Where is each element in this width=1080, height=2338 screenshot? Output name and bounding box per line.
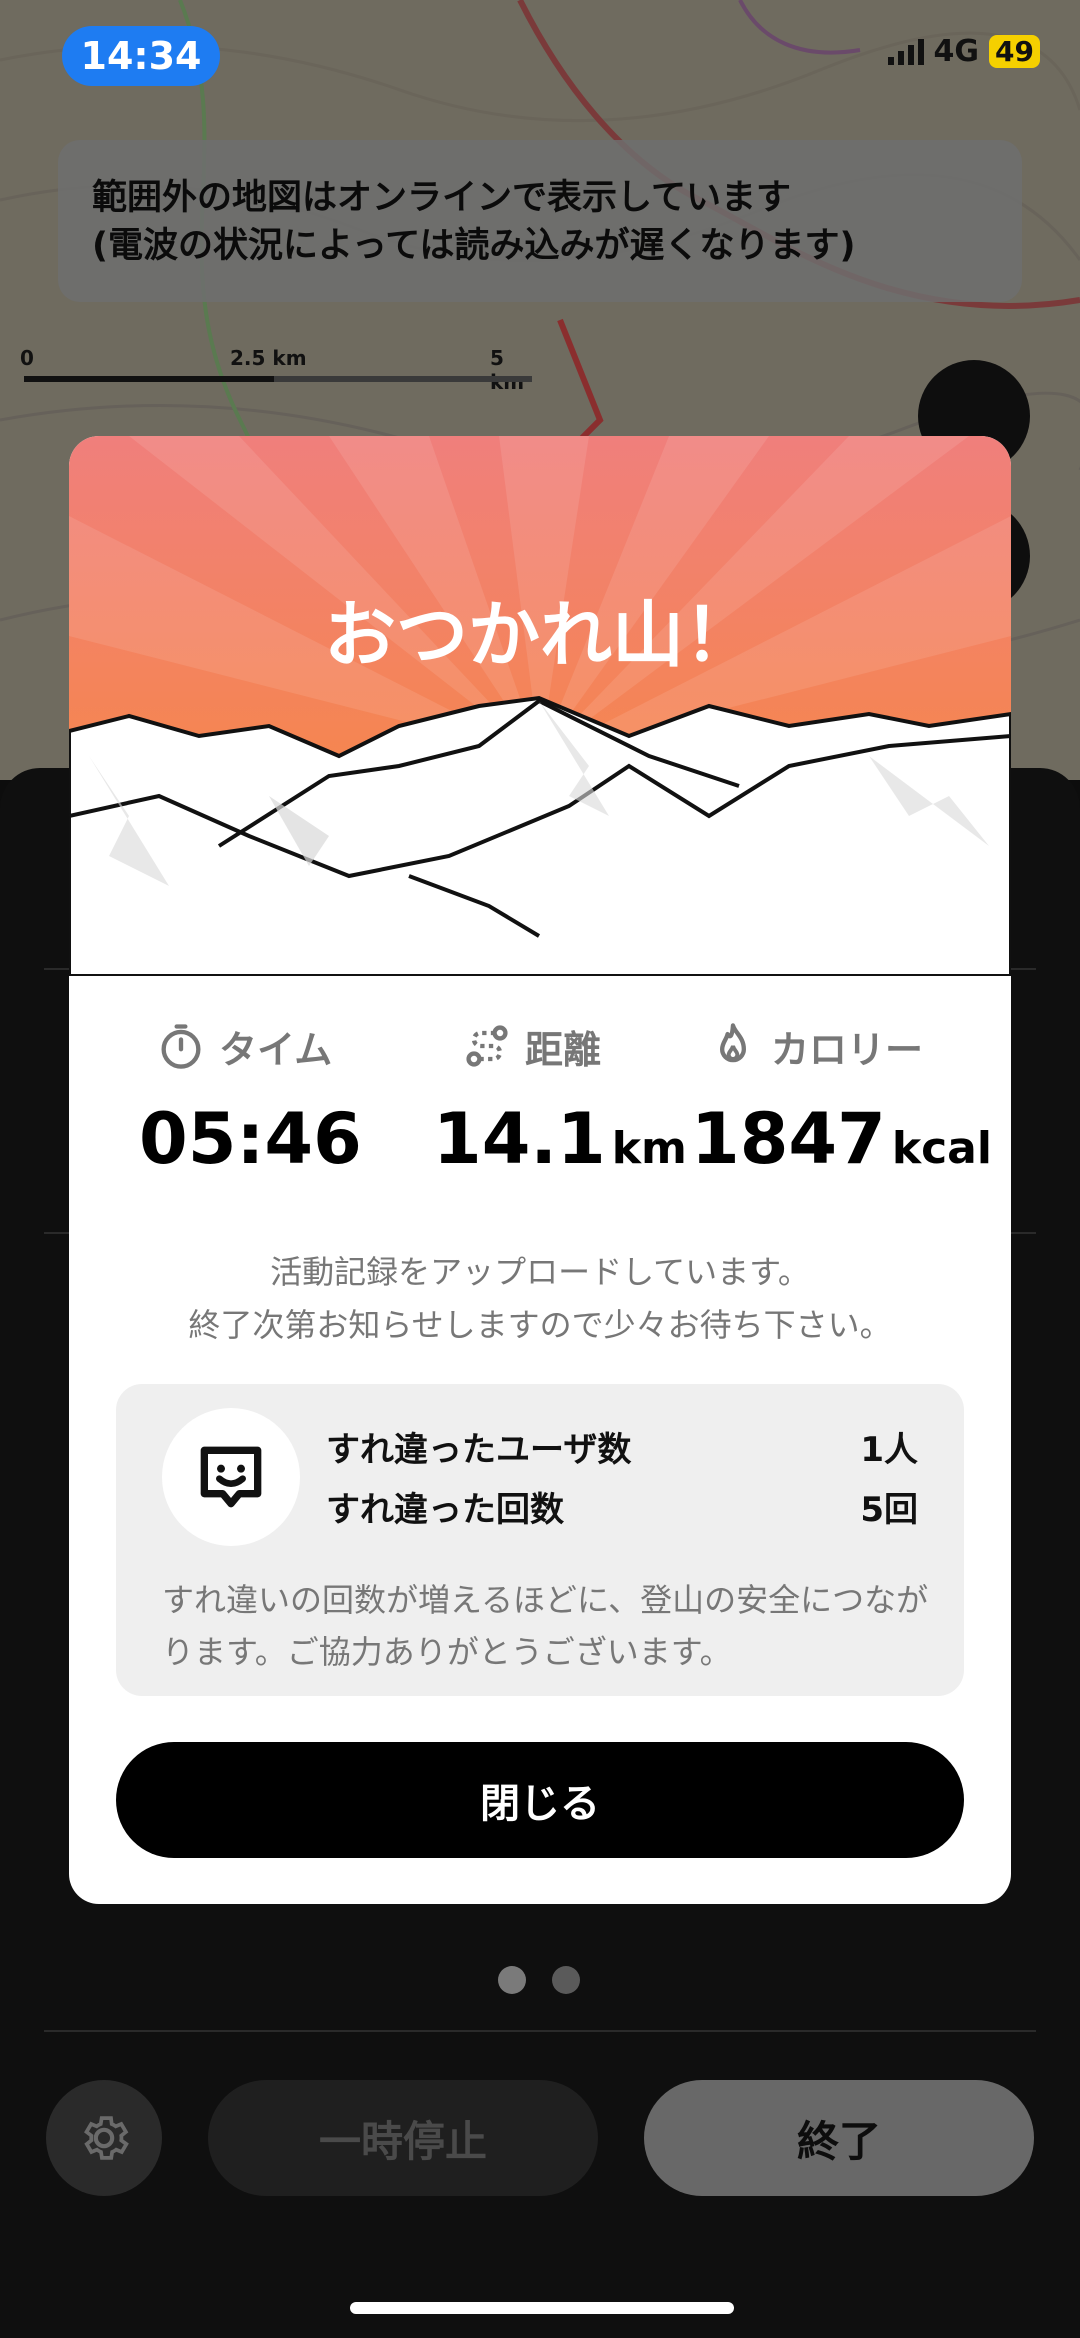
encounter-count-label: すれ違った回数 (326, 1490, 564, 1530)
upload-message: 活動記録をアップロードしています。 終了次第お知らせしますので少々お待ち下さい。 (69, 1246, 1011, 1352)
stopwatch-icon (161, 1024, 201, 1069)
page-dot-1[interactable] (498, 1966, 526, 1994)
divider (44, 2030, 1036, 2032)
hero-banner: おつかれ山！ (69, 436, 1011, 978)
signal-icon (887, 38, 924, 65)
activity-stats: タイム 05:46 距離 14.1 km カロリー 1847 kcal (69, 1016, 1011, 1180)
stat-calories-value: 1847 (691, 1098, 886, 1180)
encounter-card: すれ違ったユーザ数 1人 すれ違った回数 5回 すれ違いの回数が増えるほどに、登… (116, 1384, 964, 1696)
encounter-users-value: 1人 (860, 1430, 918, 1470)
gear-icon (84, 2116, 129, 2160)
banner-line-2: (電波の状況によっては読み込みが遅くなります) (92, 226, 856, 266)
stat-distance-unit: km (611, 1123, 687, 1174)
encounter-avatar (162, 1408, 300, 1546)
end-button[interactable]: 終了 (644, 2080, 1034, 2196)
route-icon (466, 1025, 508, 1067)
stat-distance-value: 14.1 (433, 1098, 606, 1180)
encounter-users-label: すれ違ったユーザ数 (326, 1430, 632, 1470)
scale-zero: 0 (20, 346, 34, 370)
status-indicators: 4G 49 (887, 34, 1040, 69)
stat-distance: 距離 14.1 km (433, 1016, 687, 1180)
pause-button[interactable]: 一時停止 (208, 2080, 598, 2196)
encounter-note: すれ違いの回数が増えるほどに、登山の安全につながります。ご協力ありがとうございま… (162, 1581, 929, 1671)
banner-line-1: 範囲外の地図はオンラインで表示しています (92, 178, 791, 218)
scale-mid: 2.5 km (230, 346, 307, 370)
stat-time: タイム 05:46 (139, 1016, 385, 1180)
encounter-count-value: 5回 (860, 1490, 918, 1530)
close-button[interactable]: 閉じる (116, 1742, 964, 1858)
map-scale: 0 2.5 km 5 km (20, 346, 540, 394)
upload-message-line-1: 活動記録をアップロードしています。 (270, 1253, 810, 1291)
offline-map-banner: 範囲外の地図はオンラインで表示しています (電波の状況によっては読み込みが遅くな… (58, 140, 1022, 302)
scale-bar (24, 376, 532, 382)
upload-message-line-2: 終了次第お知らせしますので少々お待ち下さい。 (188, 1306, 892, 1344)
mountain-sunburst-illustration (69, 436, 1011, 978)
stat-calories: カロリー 1847 kcal (691, 1016, 992, 1180)
page-dot-2[interactable] (552, 1966, 580, 1994)
completion-modal: おつかれ山！ タイム 05:46 距離 14.1 km カロリー 1847 kc… (69, 436, 1011, 1904)
stat-time-value: 05:46 (139, 1098, 362, 1180)
modal-title: おつかれ山！ (323, 593, 756, 677)
network-type: 4G (933, 34, 980, 69)
flame-icon (720, 1023, 746, 1063)
scale-max: 5 km (490, 346, 525, 394)
settings-button[interactable] (46, 2080, 162, 2196)
smiling-tag-icon (200, 1446, 262, 1508)
page-indicator[interactable] (498, 1966, 580, 1994)
stat-calories-unit: kcal (891, 1123, 992, 1174)
battery-level: 49 (989, 35, 1040, 68)
stat-calories-label: カロリー (771, 1027, 924, 1072)
stat-time-label: タイム (219, 1027, 333, 1072)
status-time: 14:34 (62, 26, 220, 86)
stat-distance-label: 距離 (525, 1027, 602, 1072)
home-indicator[interactable] (350, 2302, 734, 2314)
